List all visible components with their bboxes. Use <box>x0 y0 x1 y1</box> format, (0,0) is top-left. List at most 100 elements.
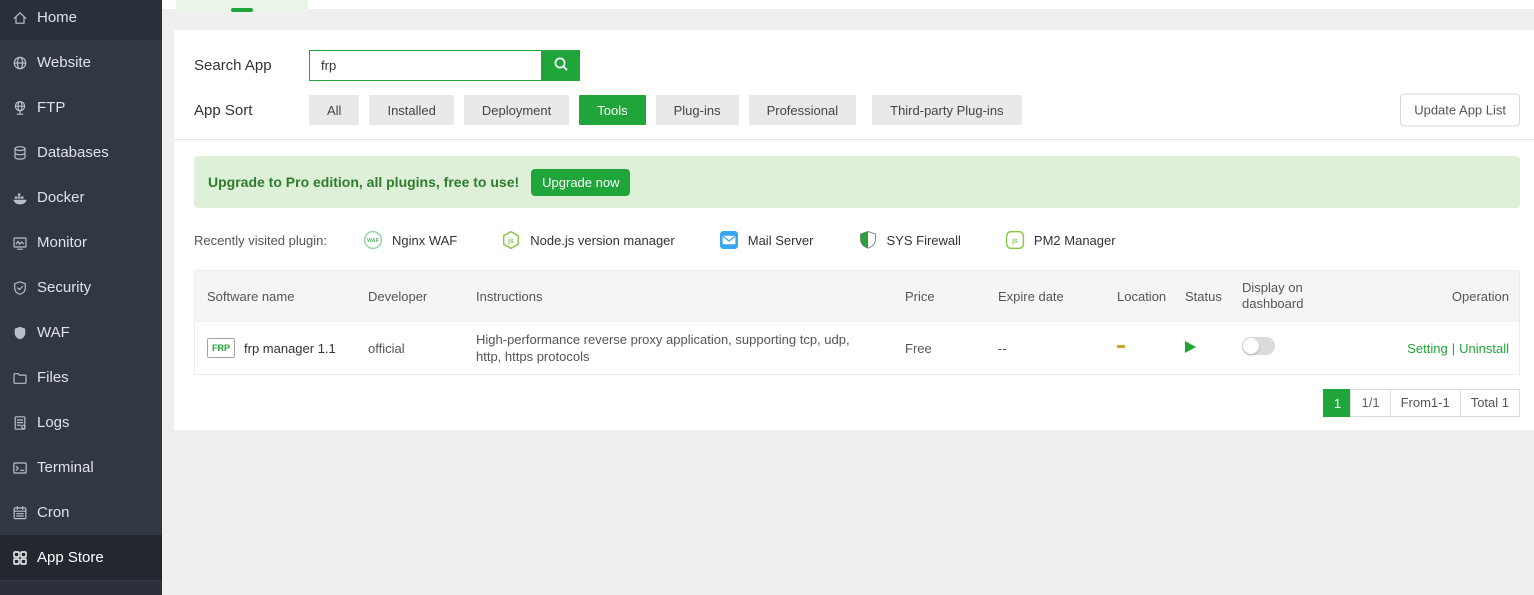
operation-separator: | <box>1451 340 1456 356</box>
plugin-label: Mail Server <box>747 232 814 248</box>
grid-icon <box>11 549 28 566</box>
sort-button-deployment[interactable]: Deployment <box>463 95 570 125</box>
document-icon <box>11 414 28 431</box>
sidebar-item-label: Monitor <box>37 234 88 251</box>
sort-button-third-party[interactable]: Third-party Plug-ins <box>872 95 1022 125</box>
terminal-icon <box>11 459 28 476</box>
sort-label: App Sort <box>194 101 253 119</box>
sidebar-item-label: Home <box>37 9 78 26</box>
sidebar-item-cron[interactable]: Cron <box>0 490 162 535</box>
sidebar-item-label: Cron <box>37 504 70 521</box>
plugin-nodejs-version-manager[interactable]: js Node.js version manager <box>501 230 675 250</box>
table-row: FRP frp manager 1.1 official High-perfor… <box>195 321 1519 374</box>
sidebar-item-label: Website <box>37 54 91 71</box>
sidebar-item-label: Logs <box>37 414 70 431</box>
price-cell: Free <box>905 340 932 356</box>
software-name-cell: FRP frp manager 1.1 <box>195 338 356 358</box>
plugin-sys-firewall[interactable]: SYS Firewall <box>858 230 961 250</box>
monitor-icon <box>11 234 28 251</box>
dashboard-cell <box>1230 337 1360 359</box>
plugin-label: Node.js version manager <box>530 232 675 248</box>
frp-app-icon: FRP <box>207 338 235 358</box>
table-header: Software name Developer Instructions Pri… <box>195 271 1519 321</box>
col-price: Price <box>905 288 935 304</box>
col-software-name: Software name <box>207 288 295 304</box>
upgrade-banner: Upgrade to Pro edition, all plugins, fre… <box>194 156 1520 208</box>
sidebar-item-monitor[interactable]: Monitor <box>0 220 162 265</box>
sys-firewall-icon <box>858 230 878 250</box>
sort-button-plug-ins[interactable]: Plug-ins <box>655 95 739 125</box>
upgrade-now-button[interactable]: Upgrade now <box>531 168 631 196</box>
sidebar-item-website[interactable]: Website <box>0 40 162 85</box>
developer-cell: official <box>368 340 405 356</box>
sidebar-item-app-store[interactable]: App Store <box>0 535 162 580</box>
search-label: Search App <box>194 57 272 74</box>
sidebar-item-label: Databases <box>37 144 109 161</box>
calendar-icon <box>11 504 28 521</box>
uninstall-link[interactable]: Uninstall <box>1459 341 1509 356</box>
app-store-panel: Search App App Sort All Installed Deploy… <box>174 30 1534 430</box>
sidebar-item-label: Docker <box>37 189 85 206</box>
setting-link[interactable]: Setting <box>1407 341 1447 356</box>
play-icon[interactable] <box>1185 340 1196 353</box>
sort-button-professional[interactable]: Professional <box>748 95 857 125</box>
expire-date-cell: -- <box>998 340 1007 356</box>
databases-icon <box>11 144 28 161</box>
plugin-label: SYS Firewall <box>886 232 961 248</box>
sidebar-item-files[interactable]: Files <box>0 355 162 400</box>
pagination: 1 1/1 From1-1 Total 1 <box>194 389 1520 417</box>
nodejs-icon: js <box>501 230 521 250</box>
section-divider <box>174 139 1534 140</box>
col-instructions: Instructions <box>476 288 543 304</box>
svg-text:js: js <box>1011 238 1018 245</box>
nginx-waf-icon: WAF <box>363 230 383 250</box>
sidebar-item-logs[interactable]: Logs <box>0 400 162 445</box>
instructions-cell: High-performance reverse proxy applicati… <box>476 332 850 364</box>
sidebar-item-docker[interactable]: Docker <box>0 175 162 220</box>
sidebar-item-security[interactable]: Security <box>0 265 162 310</box>
update-app-list-button[interactable]: Update App List <box>1400 93 1520 127</box>
sidebar-menu: Home Website FTP Databases Docker Monito… <box>0 0 162 580</box>
tab-bar <box>162 0 1534 13</box>
sidebar-item-waf[interactable]: WAF <box>0 310 162 355</box>
sidebar-item-home[interactable]: Home <box>0 0 162 40</box>
dashboard-toggle[interactable] <box>1242 337 1275 355</box>
shield-check-icon <box>11 279 28 296</box>
sidebar-item-label: App Store <box>37 549 104 566</box>
page-total: Total 1 <box>1459 389 1520 417</box>
plugin-nginx-waf[interactable]: WAF Nginx WAF <box>363 230 457 250</box>
search-input[interactable] <box>309 50 542 81</box>
plugin-pm2-manager[interactable]: js PM2 Manager <box>1005 230 1116 250</box>
sort-button-tools[interactable]: Tools <box>579 95 646 125</box>
mail-icon <box>719 230 739 250</box>
tab-app-store[interactable] <box>176 0 308 13</box>
sort-row: App Sort All Installed Deployment Tools … <box>194 93 1520 127</box>
sidebar-item-label: FTP <box>37 99 66 116</box>
status-cell <box>1173 340 1230 356</box>
sidebar-item-label: Terminal <box>37 459 94 476</box>
search-button[interactable] <box>542 50 580 81</box>
sidebar-item-terminal[interactable]: Terminal <box>0 445 162 490</box>
plugin-mail-server[interactable]: Mail Server <box>719 230 814 250</box>
active-tab-indicator <box>231 8 253 12</box>
svg-text:js: js <box>507 238 514 245</box>
sidebar-item-label: Security <box>37 279 92 296</box>
sidebar-item-databases[interactable]: Databases <box>0 130 162 175</box>
sort-button-installed[interactable]: Installed <box>369 95 454 125</box>
col-operation: Operation <box>1451 288 1509 304</box>
main-content: Search App App Sort All Installed Deploy… <box>162 0 1534 595</box>
recently-visited-row: Recently visited plugin: WAF Nginx WAF j… <box>194 226 1520 254</box>
sidebar-footer <box>0 580 162 595</box>
folder-outline-icon <box>11 369 28 386</box>
page-indicator: 1/1 <box>1350 389 1391 417</box>
sidebar-item-ftp[interactable]: FTP <box>0 85 162 130</box>
shield-filled-icon <box>11 324 28 341</box>
page-number-1[interactable]: 1 <box>1323 389 1352 417</box>
website-icon <box>11 54 28 71</box>
col-display-on-dashboard: Display on dashboard <box>1242 280 1304 311</box>
plugin-label: PM2 Manager <box>1033 232 1116 248</box>
col-status: Status <box>1185 288 1222 304</box>
sort-button-all[interactable]: All <box>309 95 360 125</box>
home-icon <box>11 9 28 26</box>
pm2-icon: js <box>1005 230 1025 250</box>
